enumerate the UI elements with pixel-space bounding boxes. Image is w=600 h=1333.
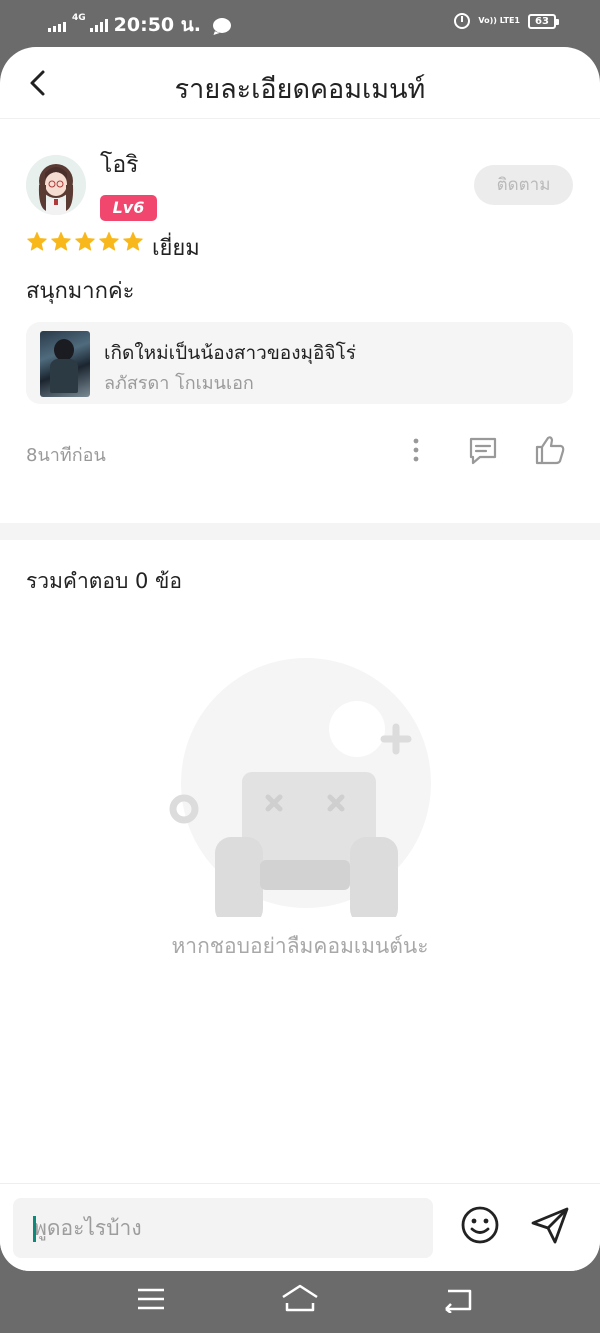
follow-button[interactable]: ติดตาม: [474, 165, 573, 205]
signal-icon: [48, 18, 66, 32]
comment-input-bar: [0, 1183, 600, 1271]
menu-icon: [138, 1288, 164, 1310]
volte-indicator: Vo)) LTE1: [478, 16, 520, 25]
app-screen: รายละเอียดคอมเมนท์ โอริ Lv6 ติดตาม เยี่ย…: [0, 47, 600, 1271]
empty-state-text: หากชอบอย่าลืมคอมเมนต์นะ: [171, 934, 429, 958]
reply-button[interactable]: [466, 433, 500, 467]
empty-state-illustration: [160, 657, 440, 925]
emoji-button[interactable]: [459, 1204, 501, 1246]
signal-icon-2: [89, 18, 108, 32]
more-vertical-icon: [413, 438, 419, 462]
level-badge: Lv6: [100, 195, 157, 221]
home-icon: [282, 1284, 318, 1312]
system-nav-bar: [0, 1271, 600, 1333]
empty-sofa-icon: [169, 658, 431, 925]
replies-count: รวมคำตอบ 0 ข้อ: [26, 569, 183, 593]
status-time: 20:50 น.: [113, 14, 201, 36]
book-card[interactable]: เกิดใหม่เป็นน้องสาวของมุอิจิโร่ ลภัสรดา …: [26, 322, 573, 404]
header: รายละเอียดคอมเมนท์: [0, 47, 600, 119]
star-icon: [123, 231, 143, 251]
star-rating: [26, 231, 144, 253]
chat-bubble-icon: [212, 17, 231, 33]
battery-icon: 63: [528, 13, 559, 29]
book-cover: [40, 331, 90, 397]
nav-recents-button[interactable]: [136, 1287, 166, 1311]
like-button[interactable]: [532, 432, 568, 468]
comment-text: สนุกมากค่ะ: [26, 279, 135, 304]
status-bar: 4G 20:50 น. Vo)) LTE1 63: [0, 0, 600, 46]
send-button[interactable]: [528, 1203, 572, 1247]
book-title: เกิดใหม่เป็นน้องสาวของมุอิจิโร่: [104, 342, 356, 364]
star-icon: [51, 231, 71, 251]
smiley-icon: [461, 1206, 499, 1244]
text-cursor: [33, 1216, 36, 1242]
star-icon: [27, 231, 47, 251]
more-options-button[interactable]: [404, 435, 428, 465]
star-icon: [75, 231, 95, 251]
page-title: รายละเอียดคอมเมนท์: [174, 74, 426, 105]
comment-icon: [469, 437, 497, 465]
username[interactable]: โอริ: [100, 147, 139, 183]
nav-back-button[interactable]: [442, 1285, 474, 1314]
back-arrow-icon: [445, 1289, 472, 1314]
avatar-image: [26, 155, 86, 215]
section-divider: [0, 523, 600, 540]
send-icon: [531, 1207, 569, 1244]
book-author: ลภัสรดา โกเมนเอก: [104, 373, 254, 394]
avatar[interactable]: [26, 155, 86, 215]
comment-time: 8นาทีก่อน: [26, 445, 106, 466]
comment-input[interactable]: [13, 1198, 433, 1258]
thumbs-up-icon: [535, 436, 565, 465]
network-type: 4G: [72, 13, 86, 23]
star-icon: [99, 231, 119, 251]
rating-label: เยี่ยม: [152, 236, 200, 261]
nav-home-button[interactable]: [280, 1283, 320, 1313]
alarm-icon: [454, 13, 471, 29]
